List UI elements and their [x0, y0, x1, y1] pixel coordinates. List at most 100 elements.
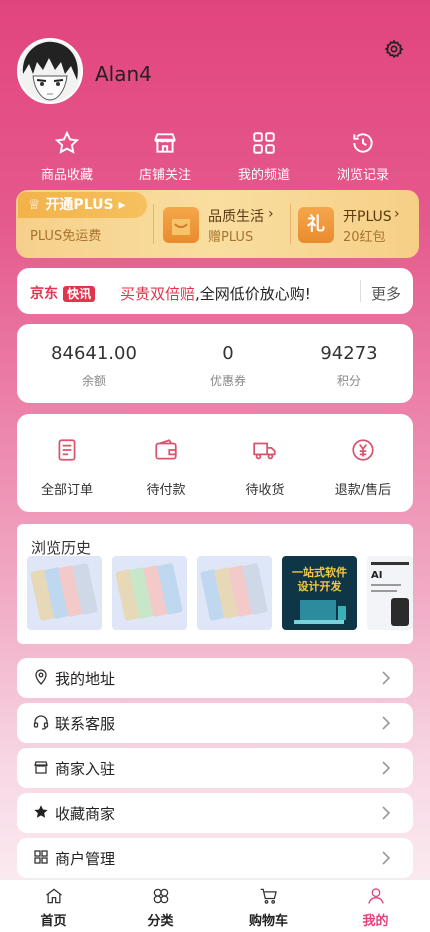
menu-item-address[interactable]: 我的地址 — [17, 658, 413, 698]
history-thumb-phone[interactable] — [112, 556, 187, 630]
news-text: ,全网低价放心购! — [195, 285, 311, 303]
menu-label: 收藏商家 — [55, 805, 116, 823]
stat-balance[interactable]: 84641.00 余额 — [29, 343, 159, 389]
grid-icon — [253, 132, 275, 154]
thumb-line — [371, 562, 409, 565]
plus-item-sub: 20红包 — [343, 230, 386, 245]
chevron-right-icon — [382, 761, 391, 775]
tab-mine[interactable]: 我的 — [322, 886, 429, 929]
quick-link-history[interactable]: 浏览记录 — [313, 130, 413, 183]
chevron-right-icon — [382, 806, 391, 820]
gift-icon: 礼 — [298, 207, 334, 243]
thumb-text: 设计开发 — [297, 580, 342, 593]
plus-badge[interactable]: ♕ 开通PLUS ▸ — [18, 192, 147, 218]
tab-label: 分类 — [147, 914, 174, 929]
avatar[interactable] — [17, 38, 83, 104]
news-headline[interactable]: 买贵双倍赔,全网低价放心购! — [120, 283, 311, 304]
menu-item-merchant-join[interactable]: 商家入驻 — [17, 748, 413, 788]
quick-link-store-follow[interactable]: 店铺关注 — [115, 130, 215, 183]
stat-label: 优惠券 — [209, 374, 246, 388]
chevron-right-icon: › — [268, 206, 274, 222]
crown-icon: ♕ — [28, 197, 41, 213]
order-pending-receipt[interactable]: 待收货 — [215, 437, 315, 498]
laptop-illustration — [294, 600, 346, 624]
chevron-right-icon — [382, 851, 391, 865]
stat-value: 0 — [222, 343, 234, 364]
jd-news-logo: 京东 快讯 — [30, 283, 104, 302]
stat-coupons[interactable]: 0 优惠券 — [163, 343, 293, 389]
plus-item-title: 开PLUS — [343, 209, 392, 225]
star-filled-icon — [34, 805, 48, 818]
stat-label: 余额 — [81, 374, 106, 388]
order-label: 退款/售后 — [334, 483, 392, 498]
truck-icon — [253, 442, 276, 460]
quick-link-label: 店铺关注 — [138, 168, 191, 183]
category-icon — [153, 888, 168, 904]
user-icon — [367, 888, 384, 904]
quick-link-label: 商品收藏 — [40, 168, 93, 183]
tab-label: 购物车 — [248, 914, 288, 929]
history-title: 浏览历史 — [31, 539, 92, 557]
menu-label: 联系客服 — [55, 715, 116, 733]
home-icon — [45, 888, 62, 904]
stat-value: 84641.00 — [51, 343, 137, 364]
plus-sub-label: PLUS免运费 — [30, 229, 102, 244]
divider — [290, 204, 291, 244]
chevron-right-icon — [382, 716, 391, 730]
chevron-right-icon: › — [394, 206, 400, 222]
menu-label: 商家入驻 — [55, 760, 116, 778]
username: Alan4 — [95, 62, 152, 86]
history-thumb-phone[interactable] — [27, 556, 102, 630]
plus-item-title: 品质生活 — [208, 209, 264, 225]
thumb-line — [371, 590, 397, 592]
apps-icon — [34, 850, 48, 864]
menu-item-customer-service[interactable]: 联系客服 — [17, 703, 413, 743]
gear-icon[interactable] — [384, 39, 404, 59]
shop-icon — [34, 761, 48, 774]
tab-category[interactable]: 分类 — [107, 886, 214, 929]
tab-label: 首页 — [40, 914, 67, 929]
location-icon — [35, 669, 47, 685]
history-thumb-software[interactable]: 一站式软件 设计开发 — [282, 556, 357, 630]
quick-link-favorites[interactable]: 商品收藏 — [17, 130, 117, 183]
thumb-line — [371, 584, 401, 586]
tab-home[interactable]: 首页 — [0, 886, 107, 929]
menu-item-favorite-merchants[interactable]: 收藏商家 — [17, 793, 413, 833]
quick-link-channels[interactable]: 我的频道 — [214, 130, 314, 183]
stat-value: 94273 — [320, 343, 378, 364]
order-pending-payment[interactable]: 待付款 — [116, 437, 216, 498]
wallet-icon — [155, 439, 177, 460]
quick-link-label: 我的频道 — [237, 168, 290, 183]
order-label: 待收货 — [245, 483, 285, 498]
headset-icon — [33, 715, 49, 730]
logo-text: 京东 — [30, 286, 58, 302]
refund-icon — [352, 439, 374, 461]
chevron-right-icon: ▸ — [118, 197, 126, 213]
order-refund[interactable]: 退款/售后 — [313, 437, 413, 498]
news-more-link[interactable]: 更多 — [371, 283, 401, 304]
chevron-right-icon — [382, 671, 391, 685]
tab-label: 我的 — [362, 914, 389, 929]
thumb-text: AI — [371, 570, 383, 581]
cart-icon — [260, 888, 277, 904]
logo-badge: 快讯 — [63, 286, 96, 302]
luggage-image — [391, 598, 409, 626]
plus-item-sub: 赠PLUS — [208, 230, 254, 245]
star-icon — [54, 130, 80, 154]
plus-badge-label: 开通PLUS — [45, 197, 114, 213]
quick-link-label: 浏览记录 — [336, 168, 389, 183]
stat-label: 积分 — [336, 374, 361, 388]
stat-points[interactable]: 94273 积分 — [284, 343, 414, 389]
gift-box-icon — [163, 207, 199, 243]
history-icon — [353, 133, 373, 153]
history-thumb-ai[interactable]: AI — [367, 556, 413, 630]
divider — [153, 204, 154, 244]
menu-label: 商户管理 — [55, 850, 116, 868]
tab-cart[interactable]: 购物车 — [215, 886, 322, 929]
menu-item-merchant-management[interactable]: 商户管理 — [17, 838, 413, 878]
order-label: 全部订单 — [40, 483, 93, 498]
store-icon — [154, 133, 176, 153]
order-all[interactable]: 全部订单 — [17, 437, 117, 498]
divider — [360, 280, 361, 302]
history-thumb-phone[interactable] — [197, 556, 272, 630]
